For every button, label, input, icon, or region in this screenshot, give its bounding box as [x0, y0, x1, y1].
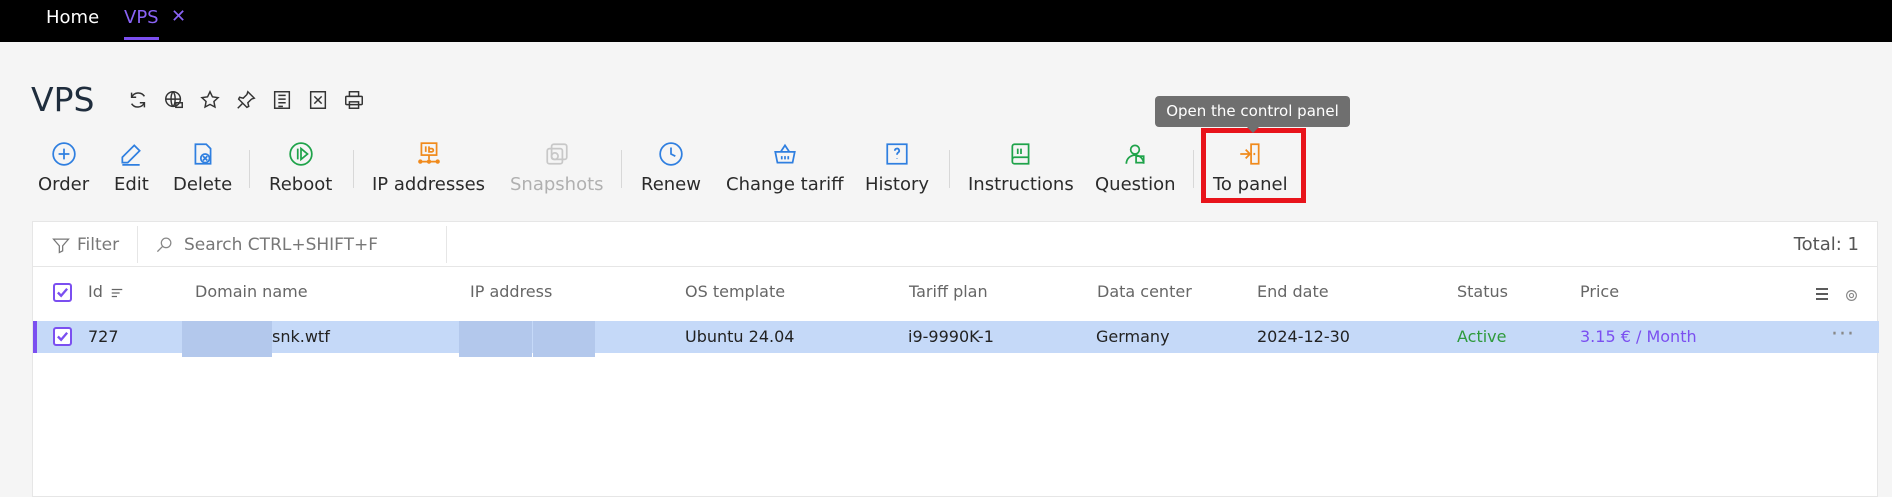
reboot-button[interactable]: Reboot: [269, 140, 332, 195]
filter-button[interactable]: Filter: [51, 222, 119, 267]
change-tariff-button[interactable]: Change tariff: [726, 140, 844, 195]
list-doc-icon[interactable]: [270, 88, 294, 112]
pin-icon[interactable]: [234, 88, 258, 112]
cell-os: Ubuntu 24.04: [685, 327, 795, 346]
history-label: History: [865, 174, 930, 195]
snapshots-button[interactable]: Snapshots: [510, 140, 604, 195]
total-count: Total: 1: [1793, 234, 1859, 255]
ip-addresses-button[interactable]: IP addresses: [372, 140, 485, 195]
excel-icon[interactable]: [306, 88, 330, 112]
globe-icon[interactable]: [162, 88, 186, 112]
question-label: Question: [1095, 174, 1176, 195]
redacted-domain-block: [182, 321, 272, 357]
select-all-checkbox[interactable]: [53, 283, 72, 302]
filter-label: Filter: [77, 234, 120, 255]
manual-book-icon: [1007, 140, 1035, 168]
star-icon[interactable]: [198, 88, 222, 112]
search-divider: [446, 226, 447, 263]
tab-vps[interactable]: VPS: [124, 0, 159, 42]
table-row[interactable]: 727 snk.wtf Ubuntu 24.04 i9-9990K-1 Germ…: [33, 321, 1879, 357]
delete-button[interactable]: Delete: [173, 140, 232, 195]
toolbar-divider: [249, 150, 250, 188]
vps-table-panel: Filter Total: 1 Id Domain name IP addres…: [32, 221, 1879, 497]
column-header-id-label: Id: [88, 282, 103, 301]
column-menu-icon[interactable]: [1814, 282, 1830, 312]
control-panel-tooltip: Open the control panel: [1155, 96, 1350, 133]
toolbar-divider: [949, 150, 950, 188]
cell-price: 3.15 € / Month: [1580, 327, 1697, 346]
header-icon-group: [126, 88, 366, 112]
refresh-icon[interactable]: [126, 88, 150, 112]
basket-icon: [771, 140, 799, 168]
order-label: Order: [38, 174, 90, 195]
clock-icon: [657, 140, 685, 168]
snapshots-label: Snapshots: [510, 174, 604, 195]
toolbar-divider: [1193, 150, 1194, 188]
printer-icon[interactable]: [342, 88, 366, 112]
filter-icon: [52, 238, 70, 254]
toolbar-divider: [621, 150, 622, 188]
renew-label: Renew: [641, 174, 701, 195]
row-selected-accent: [33, 321, 37, 353]
camera-copy-icon: [543, 140, 571, 168]
filter-bar: Filter Total: 1: [33, 222, 1877, 267]
edit-button[interactable]: Edit: [114, 140, 149, 195]
instructions-button[interactable]: Instructions: [968, 140, 1074, 195]
search-input[interactable]: [184, 234, 434, 255]
tab-vps-label: VPS: [124, 7, 159, 28]
cell-datacenter: Germany: [1096, 327, 1170, 346]
pencil-icon: [117, 140, 145, 168]
sort-icon: [111, 288, 123, 297]
column-header-id[interactable]: Id: [88, 277, 124, 307]
order-button[interactable]: Order: [38, 140, 89, 195]
column-header-price[interactable]: Price: [1580, 277, 1619, 307]
column-header-end-date[interactable]: End date: [1257, 277, 1329, 307]
cell-end-date: 2024-12-30: [1257, 327, 1350, 346]
row-checkbox[interactable]: [53, 327, 72, 346]
ip-addresses-label: IP addresses: [372, 174, 486, 195]
ip-network-icon: [415, 140, 443, 168]
delete-document-icon: [189, 140, 217, 168]
column-header-domain[interactable]: Domain name: [195, 277, 308, 307]
column-header-datacenter[interactable]: Data center: [1097, 277, 1192, 307]
tab-home[interactable]: Home: [46, 0, 99, 42]
redacted-ip-block: [459, 321, 532, 357]
redacted-ip-block: [533, 321, 595, 357]
cell-id: 727: [88, 327, 119, 346]
page-title: VPS: [31, 80, 95, 119]
column-settings-gear-icon[interactable]: [1845, 282, 1858, 312]
change-tariff-label: Change tariff: [726, 174, 844, 195]
column-header-ip[interactable]: IP address: [470, 277, 552, 307]
cell-domain: snk.wtf: [272, 327, 330, 346]
power-play-icon: [287, 140, 315, 168]
active-tab-underline: [124, 37, 159, 40]
column-header-os[interactable]: OS template: [685, 277, 785, 307]
delete-label: Delete: [173, 174, 233, 195]
to-panel-highlight-box: [1201, 128, 1306, 203]
help-book-icon: [883, 140, 911, 168]
top-tab-bar: Home VPS ✕: [0, 0, 1892, 42]
plus-circle-icon: [50, 140, 78, 168]
edit-label: Edit: [114, 174, 149, 195]
cell-status: Active: [1457, 327, 1507, 346]
cell-tariff: i9-9990K-1: [908, 327, 994, 346]
reboot-label: Reboot: [269, 174, 333, 195]
history-button[interactable]: History: [865, 140, 929, 195]
row-more-actions-icon[interactable]: ···: [1831, 321, 1855, 353]
filter-divider: [137, 226, 138, 263]
user-support-icon: [1121, 140, 1149, 168]
search-icon: [156, 237, 172, 253]
toolbar-divider: [353, 150, 354, 188]
question-button[interactable]: Question: [1095, 140, 1176, 195]
search-box: [155, 222, 455, 267]
column-header-tariff[interactable]: Tariff plan: [909, 277, 988, 307]
renew-button[interactable]: Renew: [641, 140, 701, 195]
column-header-status[interactable]: Status: [1457, 277, 1508, 307]
instructions-label: Instructions: [968, 174, 1074, 195]
tab-close-icon[interactable]: ✕: [171, 0, 186, 36]
